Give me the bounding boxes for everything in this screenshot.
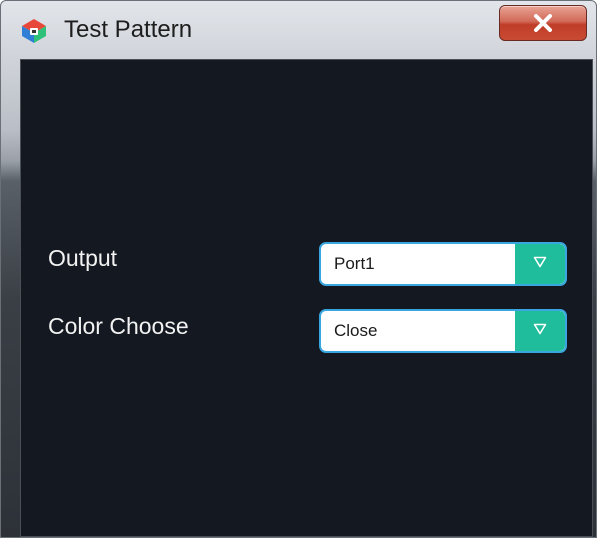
test-pattern-dialog: Test Pattern Output Port1 Color Choose C… xyxy=(0,0,597,538)
color-choose-select-value: Close xyxy=(334,321,378,340)
app-logo-icon xyxy=(21,18,47,44)
color-choose-label: Color Choose xyxy=(48,313,189,339)
output-dropdown-button[interactable] xyxy=(515,244,565,284)
output-select[interactable]: Port1 xyxy=(319,242,567,286)
close-icon xyxy=(532,14,554,32)
output-label: Output xyxy=(48,245,118,271)
window-title: Test Pattern xyxy=(64,16,193,43)
color-choose-select[interactable]: Close xyxy=(319,309,567,353)
output-select-value: Port1 xyxy=(334,254,375,273)
color-choose-dropdown-button[interactable] xyxy=(515,311,565,351)
triangle-down-icon xyxy=(533,322,547,340)
title-bar[interactable]: Test Pattern xyxy=(1,1,597,51)
dialog-content-panel: Output Port1 Color Choose Close xyxy=(20,59,593,537)
close-button[interactable] xyxy=(499,5,587,41)
triangle-down-icon xyxy=(533,255,547,273)
